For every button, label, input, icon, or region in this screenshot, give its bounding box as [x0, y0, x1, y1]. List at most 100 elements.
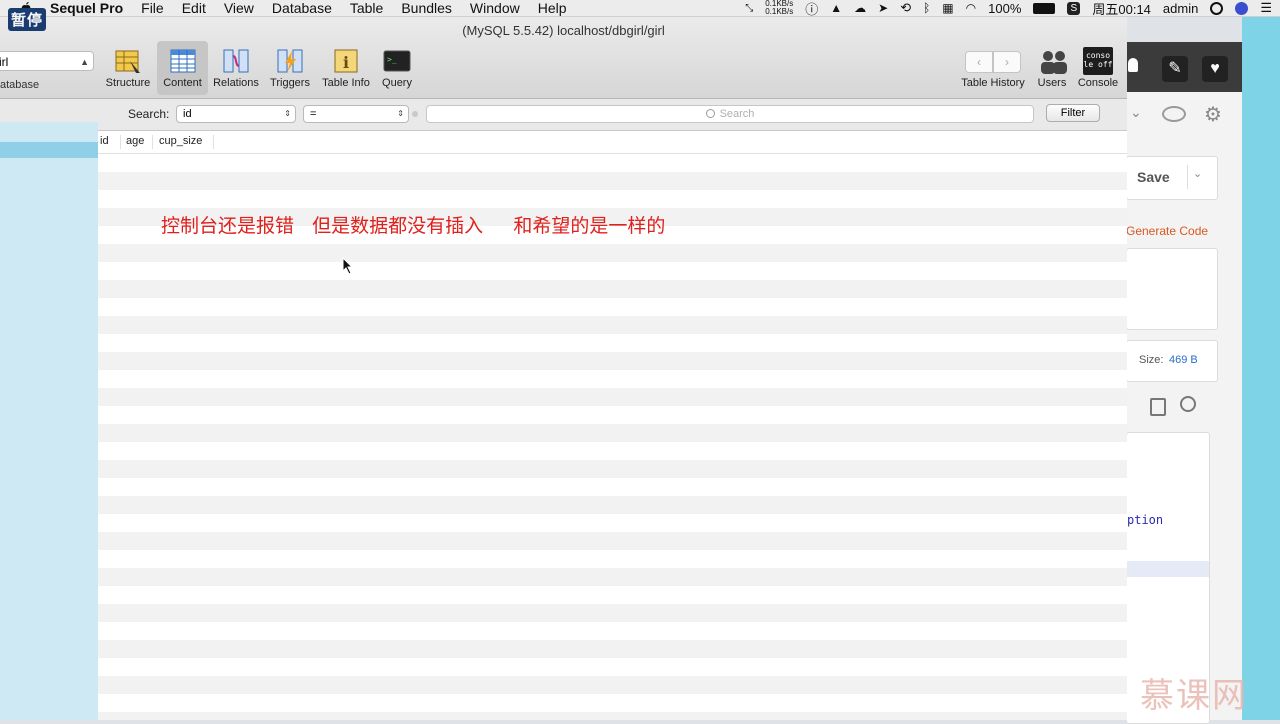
structure-button[interactable]: Structure	[103, 44, 153, 89]
clock[interactable]: 周五00:14	[1092, 0, 1151, 18]
content-button[interactable]: Content	[157, 41, 208, 95]
network-speed: 0.1KB/s 0.1KB/s	[765, 0, 793, 16]
app-menu[interactable]: Sequel Pro	[50, 0, 123, 16]
background-window-header: ✎ ♥	[1126, 42, 1242, 92]
users-button[interactable]: Users	[1033, 44, 1071, 89]
dropdown-arrow-icon[interactable]: ⌄	[1193, 167, 1202, 180]
relations-button[interactable]: Relations	[212, 44, 260, 89]
select-arrows-icon: ▲	[80, 57, 89, 67]
info-icon[interactable]: ⓘ	[805, 0, 818, 18]
desktop-background	[1242, 16, 1280, 720]
history-nav: ‹ ›	[963, 47, 1023, 75]
table-info-label: Table Info	[322, 77, 370, 89]
table-history-label: Table History	[961, 77, 1025, 89]
operator-select[interactable]: = ⇕	[303, 105, 409, 123]
siri-icon[interactable]	[1235, 1, 1249, 15]
sidebar-selected-row[interactable]	[0, 142, 98, 158]
magnifier-icon	[705, 109, 715, 118]
search-label: Search:	[128, 107, 170, 121]
search-input[interactable]: Search	[426, 105, 1034, 123]
background-tools: ⌄ ⚙	[1126, 100, 1242, 134]
size-card: Size: 469 B	[1126, 340, 1218, 382]
heart-icon[interactable]: ♥	[1202, 56, 1228, 82]
chevron-down-icon[interactable]	[1187, 165, 1188, 189]
wifi-icon[interactable]: ◠	[966, 1, 976, 15]
table-header: id age cup_size	[98, 131, 1127, 154]
sidebar	[0, 16, 98, 720]
menu-file[interactable]: File	[141, 0, 164, 16]
bell-icon[interactable]	[1128, 58, 1138, 72]
keyboard-icon[interactable]: ▦	[942, 1, 953, 15]
column-header-id[interactable]: id	[100, 135, 121, 149]
table-info-button[interactable]: i Table Info	[319, 44, 373, 89]
notification-center-icon[interactable]: ☰	[1260, 0, 1272, 16]
svg-text:i: i	[343, 53, 349, 72]
search-icon[interactable]	[1180, 396, 1196, 412]
database-label: atabase	[0, 79, 40, 91]
query-button[interactable]: >_ Query	[378, 44, 416, 89]
window-title: (MySQL 5.5.42) localhost/dbgirl/girl	[462, 23, 665, 38]
menu-table[interactable]: Table	[350, 0, 383, 16]
save-button-group[interactable]: Save ⌄	[1126, 156, 1218, 200]
generate-code-link[interactable]: Generate Code	[1126, 224, 1208, 238]
status-dot-icon	[412, 111, 418, 117]
wrench-icon[interactable]: ✎	[1162, 56, 1188, 82]
menu-bar: Sequel Pro File Edit View Database Table…	[0, 0, 1280, 17]
column-header-age[interactable]: age	[126, 135, 153, 149]
background-window: Save ⌄ Generate Code Size: 469 B ption	[1126, 42, 1242, 724]
table-body[interactable]	[98, 154, 1127, 720]
field-select[interactable]: id ⇕	[176, 105, 296, 123]
code-fragment: ption	[1127, 513, 1164, 527]
query-label: Query	[382, 77, 412, 89]
chevron-down-icon[interactable]: ⌄	[1130, 104, 1142, 121]
database-select-value: irl	[0, 55, 9, 69]
structure-label: Structure	[105, 77, 151, 89]
window-titlebar: (MySQL 5.5.42) localhost/dbgirl/girl irl…	[0, 17, 1127, 99]
triggers-label: Triggers	[270, 77, 310, 89]
spotlight-search-icon[interactable]	[1210, 1, 1224, 15]
cloud-icon[interactable]: ☁	[854, 1, 866, 15]
database-select[interactable]: irl ▲	[0, 51, 94, 71]
annotation-text: 控制台还是报错 但是数据都没有插入 和希望的是一样的	[161, 215, 666, 237]
user-name[interactable]: admin	[1163, 1, 1198, 16]
forward-arrow-icon[interactable]: ›	[993, 51, 1021, 73]
menu-window[interactable]: Window	[470, 0, 520, 16]
eye-icon[interactable]	[1162, 106, 1186, 122]
filter-button[interactable]: Filter	[1046, 104, 1100, 122]
column-header-cup-size[interactable]: cup_size	[159, 135, 214, 149]
copy-icon[interactable]	[1150, 398, 1166, 416]
menu-edit[interactable]: Edit	[182, 0, 206, 16]
table-info-icon: i	[332, 47, 360, 75]
menu-view[interactable]: View	[224, 0, 254, 16]
status-area: ⤡ 0.1KB/s 0.1KB/s ⓘ ▲ ☁ ➤ ⟲ ᛒ ▦ ◠ 100% S…	[745, 0, 1272, 18]
save-button[interactable]: Save	[1137, 169, 1170, 185]
relations-icon	[222, 47, 250, 75]
structure-icon	[114, 47, 142, 75]
menu-bundles[interactable]: Bundles	[401, 0, 452, 16]
gear-icon[interactable]: ⚙	[1204, 102, 1222, 127]
console-icon: conso le off	[1083, 47, 1113, 75]
menu-help[interactable]: Help	[538, 0, 567, 16]
query-icon: >_	[383, 47, 411, 75]
notification-icon[interactable]: ▲	[830, 1, 842, 15]
battery-icon[interactable]	[1033, 2, 1056, 14]
search-placeholder: Search	[719, 108, 755, 120]
relations-label: Relations	[213, 77, 259, 89]
console-button[interactable]: conso le off Console	[1074, 44, 1122, 89]
size-value: 469 B	[1169, 354, 1198, 366]
back-arrow-icon[interactable]: ‹	[965, 51, 993, 73]
table-history-control[interactable]: ‹ › Table History	[956, 44, 1030, 89]
size-label: Size:	[1139, 354, 1164, 366]
triggers-button[interactable]: Triggers	[266, 44, 314, 89]
highlighted-line	[1127, 561, 1209, 577]
time-machine-icon[interactable]: ⟲	[900, 0, 911, 16]
bluetooth-icon[interactable]: ᛒ	[923, 1, 930, 15]
triggers-icon	[276, 47, 304, 75]
pause-badge: 暂停	[8, 8, 47, 31]
select-arrows-icon: ⇕	[284, 109, 291, 118]
info-card	[1126, 248, 1218, 330]
menu-database[interactable]: Database	[272, 0, 332, 16]
sync-icon[interactable]: S	[1067, 1, 1081, 15]
send-icon[interactable]: ➤	[878, 1, 888, 15]
operator-select-value: =	[310, 108, 317, 120]
